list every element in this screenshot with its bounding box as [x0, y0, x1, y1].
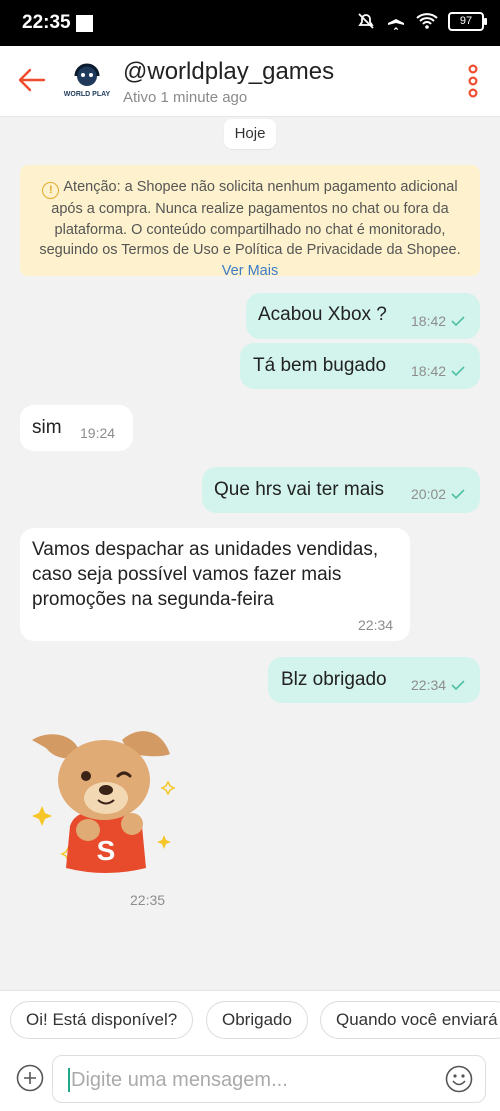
emoji-icon[interactable]	[445, 1065, 473, 1093]
message-time: 18:42	[411, 363, 447, 379]
message-input-box	[52, 1055, 486, 1103]
status-time: 22:35	[22, 12, 71, 33]
message-meta: 22:34	[411, 677, 465, 693]
quick-reply-chip[interactable]: Oi! Está disponível?	[10, 1001, 194, 1039]
back-arrow-icon[interactable]	[16, 64, 48, 96]
notification-icon	[76, 15, 93, 32]
message-text: Blz obrigado	[281, 669, 387, 690]
message-meta: 18:42	[411, 363, 465, 379]
date-chip: Hoje	[224, 119, 276, 149]
logo-text: WORLD PLAY	[64, 91, 111, 98]
mute-icon	[358, 13, 374, 29]
message-input[interactable]	[69, 1062, 433, 1098]
message-bubble-out[interactable]: Que hrs vai ter mais 20:02	[202, 467, 480, 513]
message-meta: 18:42	[411, 313, 465, 329]
sticker-time: 22:35	[130, 892, 166, 908]
ver-mais-link[interactable]: Ver Mais	[222, 263, 278, 279]
sent-check-icon	[451, 680, 465, 690]
sent-check-icon	[451, 489, 465, 499]
message-meta: 20:02	[411, 486, 465, 502]
message-time: 22:34	[358, 617, 394, 633]
message-meta: 22:34	[358, 617, 393, 633]
message-time: 18:42	[411, 313, 447, 329]
battery-icon: 97	[448, 11, 487, 31]
airplane-icon	[388, 12, 404, 30]
message-time: 20:02	[411, 486, 447, 502]
notice-text: Atenção: a Shopee não solicita nenhum pa…	[39, 179, 461, 258]
chat-username[interactable]: @worldplay_games	[123, 58, 334, 86]
message-time: 22:34	[411, 677, 447, 693]
wifi-icon	[416, 13, 438, 29]
message-bubble-out[interactable]: Tá bem bugado 18:42	[240, 343, 480, 389]
message-time: 19:24	[80, 425, 116, 441]
message-text: Que hrs vai ter mais	[214, 479, 384, 500]
quick-reply-chip[interactable]: Obrigado	[206, 1001, 308, 1039]
quick-replies-bar: Oi! Está disponível? Obrigado Quando voc…	[0, 990, 500, 1049]
warning-icon: !	[42, 182, 60, 199]
message-bubble-in[interactable]: sim 19:24	[20, 405, 133, 451]
more-options-icon[interactable]	[466, 64, 480, 98]
safety-notice: ! Atenção: a Shopee não solicita nenhum p…	[20, 165, 480, 279]
message-bubble-in[interactable]: Vamos despachar as unidades vendidas, ca…	[20, 528, 410, 641]
chat-header: WORLD PLAY @worldplay_games Ativo 1 minu…	[0, 46, 500, 117]
message-bubble-out[interactable]: Blz obrigado 22:34	[268, 657, 480, 703]
sticker-badge: S	[97, 835, 116, 866]
chat-status: Ativo 1 minute ago	[123, 89, 248, 106]
message-text: Tá bem bugado	[253, 355, 387, 376]
add-attachment-icon[interactable]	[16, 1064, 44, 1092]
sent-check-icon	[451, 366, 465, 376]
status-icons: 97	[356, 11, 487, 31]
message-bubble-out[interactable]: Acabou Xbox ? 18:42	[246, 293, 480, 339]
message-text: Acabou Xbox ?	[258, 304, 387, 325]
dog-sticker[interactable]: S	[22, 718, 182, 878]
status-bar: 22:35 97	[0, 0, 500, 46]
message-text: sim	[32, 417, 62, 438]
sent-check-icon	[451, 316, 465, 326]
shop-logo[interactable]: WORLD PLAY	[62, 62, 112, 102]
message-input-bar	[0, 1048, 500, 1111]
message-text: Vamos despachar as unidades vendidas, ca…	[32, 539, 379, 610]
quick-reply-chip[interactable]: Quando você enviará	[320, 1001, 500, 1039]
message-meta: 19:24	[80, 425, 115, 441]
